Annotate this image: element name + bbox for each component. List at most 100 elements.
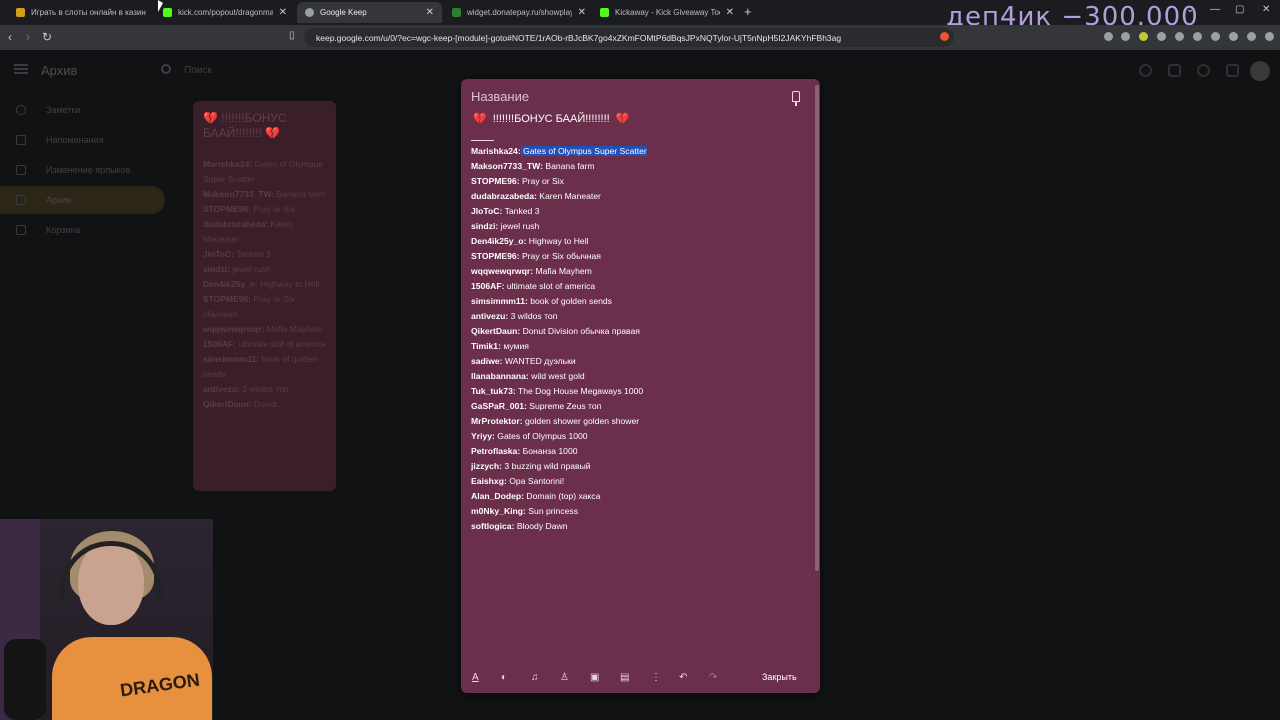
favicon-icon xyxy=(452,8,461,17)
tab-title: Kickaway - Kick Giveaway Tool xyxy=(615,8,720,17)
close-window-icon[interactable]: ✕ xyxy=(1262,4,1270,15)
favicon-icon xyxy=(305,8,314,17)
sidebar-item-trash[interactable]: Корзина xyxy=(0,216,165,244)
redo-icon[interactable]: ↷ xyxy=(709,672,717,683)
close-tab-icon[interactable]: ✕ xyxy=(726,7,734,18)
slot-name: wild west gold xyxy=(528,371,585,381)
palette-icon[interactable]: ◐ xyxy=(501,672,507,683)
main-menu-icon[interactable] xyxy=(14,64,28,74)
microphone-icon xyxy=(4,639,46,720)
trash-icon xyxy=(16,225,26,235)
username: softlogica: xyxy=(471,521,515,531)
card-line: wqqwewqrwqr: Mafia Mayhem xyxy=(203,322,326,337)
extensions-puzzle-icon[interactable] xyxy=(1247,32,1256,41)
card-line: sindzi: jewel rush xyxy=(203,262,326,277)
browser-tab-casino[interactable]: Играть в слоты онлайн в казин xyxy=(8,2,158,23)
close-tab-icon[interactable]: ✕ xyxy=(279,7,287,18)
settings-icon[interactable] xyxy=(1197,64,1210,77)
extension-icon[interactable] xyxy=(1121,32,1130,41)
avatar[interactable] xyxy=(1250,61,1270,81)
card-line: simsimmm11: book of golden sends xyxy=(203,352,326,382)
refresh-icon[interactable] xyxy=(1139,64,1152,77)
broken-heart-icon: 💔 xyxy=(473,113,487,125)
note-card-body: Marishka24: Gates of Olympus Super Scatt… xyxy=(203,157,326,412)
image-icon[interactable]: ▣ xyxy=(590,672,599,683)
extension-icon[interactable] xyxy=(1229,32,1238,41)
more-options-icon[interactable]: ⋮ xyxy=(651,672,661,683)
close-tab-icon[interactable]: ✕ xyxy=(426,7,434,18)
slot-name: Tanked 3 xyxy=(502,206,540,216)
sidebar-item-notes[interactable]: Заметки xyxy=(0,96,165,124)
slot-name: Tanked 3 xyxy=(234,249,271,259)
note-list-entry: GaSPaR_001: Supreme Zeus топ xyxy=(471,399,801,414)
apps-grid-icon[interactable] xyxy=(1226,64,1239,77)
browser-toolbar: ‹ › ↻ ▯ keep.google.com/u/0/?ec=wgc-keep… xyxy=(0,25,1280,50)
archive-icon[interactable]: ▤ xyxy=(620,672,629,683)
forward-icon[interactable]: › xyxy=(26,30,30,44)
search-icon[interactable] xyxy=(161,64,171,74)
note-list-entry: dudabrazabeda: Karen Maneater xyxy=(471,189,801,204)
username: 1506AF: xyxy=(471,281,505,291)
archived-note-card[interactable]: 💔 !!!!!!!БОНУС БААЙ!!!!!!!! 💔 Marishka24… xyxy=(193,101,336,491)
back-icon[interactable]: ‹ xyxy=(8,30,12,44)
browser-tab-google-keep[interactable]: Google Keep ✕ xyxy=(297,2,442,23)
bookmark-icon[interactable]: ▯ xyxy=(289,30,295,41)
sidebar-item-label: Архив xyxy=(46,195,72,205)
list-view-icon[interactable] xyxy=(1168,64,1181,77)
slot-name: Supreme Zeus топ xyxy=(526,401,602,411)
note-list-entry: JloToC: Tanked 3 xyxy=(471,204,801,219)
browser-menu-icon[interactable] xyxy=(1265,32,1274,41)
slot-name: Mafia Mayhem xyxy=(533,266,592,276)
maximize-icon[interactable]: ▢ xyxy=(1235,4,1244,15)
slot-name: мумия xyxy=(500,341,529,351)
note-heading[interactable]: 💔 !!!!!!!БОНУС БААЙ!!!!!!!! 💔 xyxy=(473,112,629,126)
new-tab-icon[interactable]: + xyxy=(744,4,752,19)
slot-name: ultimate slot of america xyxy=(504,281,596,291)
extension-icon[interactable] xyxy=(1175,32,1184,41)
extension-icon[interactable] xyxy=(1104,32,1113,41)
note-list-entry: softlogica: Bloody Dawn xyxy=(471,519,801,534)
search-input[interactable]: Поиск xyxy=(184,65,212,76)
minimize-icon[interactable]: — xyxy=(1210,4,1220,15)
reminder-bell-icon[interactable]: ♫ xyxy=(531,672,539,683)
address-bar[interactable]: keep.google.com/u/0/?ec=wgc-keep-[module… xyxy=(304,28,954,47)
undo-icon[interactable]: ↶ xyxy=(679,672,687,683)
bulb-icon xyxy=(16,105,26,115)
sidebar-item-archive[interactable]: Архив xyxy=(0,186,165,214)
note-list-entry: Tuk_tuk73: The Dog House Megaways 1000 xyxy=(471,384,801,399)
browser-tab-kickaway[interactable]: Kickaway - Kick Giveaway Tool ✕ xyxy=(592,2,742,23)
note-title-input[interactable]: Название xyxy=(471,89,529,104)
close-tab-icon[interactable]: ✕ xyxy=(578,7,586,18)
slot-name: Highway to Hell xyxy=(526,236,589,246)
slot-name: Domain (top) хакса xyxy=(524,491,601,501)
slot-name: jewel rush xyxy=(498,221,540,231)
note-list-entry: sindzi: jewel rush xyxy=(471,219,801,234)
extension-icon[interactable] xyxy=(1157,32,1166,41)
collaborator-icon[interactable]: ♙ xyxy=(560,672,569,683)
username: Den4ik25y_o: xyxy=(471,236,527,246)
scrollbar[interactable] xyxy=(815,85,819,571)
note-list-entry: STOPME96: Pray or Six xyxy=(471,174,801,189)
format-text-icon[interactable]: A xyxy=(472,672,479,683)
reload-icon[interactable]: ↻ xyxy=(42,30,52,44)
extension-icon[interactable] xyxy=(1193,32,1202,41)
music-icon[interactable] xyxy=(1211,32,1220,41)
username: 1506AF: xyxy=(203,339,237,349)
brave-shield-icon[interactable] xyxy=(940,32,949,41)
sidebar-item-edit-labels[interactable]: Изменение ярлыков xyxy=(0,156,165,184)
close-button[interactable]: Закрыть xyxy=(762,672,797,682)
favicon-icon xyxy=(16,8,25,17)
extension-icon[interactable] xyxy=(1139,32,1148,41)
slot-name: Banana farm xyxy=(542,161,595,171)
note-list-entry: STOPME96: Pray or Six обычная xyxy=(471,249,801,264)
note-list-entry: jizzych: 3 buzzing wild правый xyxy=(471,459,801,474)
pin-icon[interactable] xyxy=(792,91,800,106)
browser-tab-kick-popout[interactable]: kick.com/popout/dragonmafia/c ✕ xyxy=(155,2,295,23)
note-list-entry: Alan_Dodep: Domain (top) хакса xyxy=(471,489,801,504)
note-body[interactable]: Marishka24: Gates of Olympus Super Scatt… xyxy=(471,144,801,534)
slot-name: WANTED дуэльки xyxy=(502,356,576,366)
tab-title: Google Keep xyxy=(320,8,367,17)
browser-tab-donatepay[interactable]: widget.donatepay.ru/showplaye ✕ xyxy=(444,2,594,23)
sidebar-item-reminders[interactable]: Напоминания xyxy=(0,126,165,154)
slot-name: 3 buzzing wild правый xyxy=(502,461,591,471)
